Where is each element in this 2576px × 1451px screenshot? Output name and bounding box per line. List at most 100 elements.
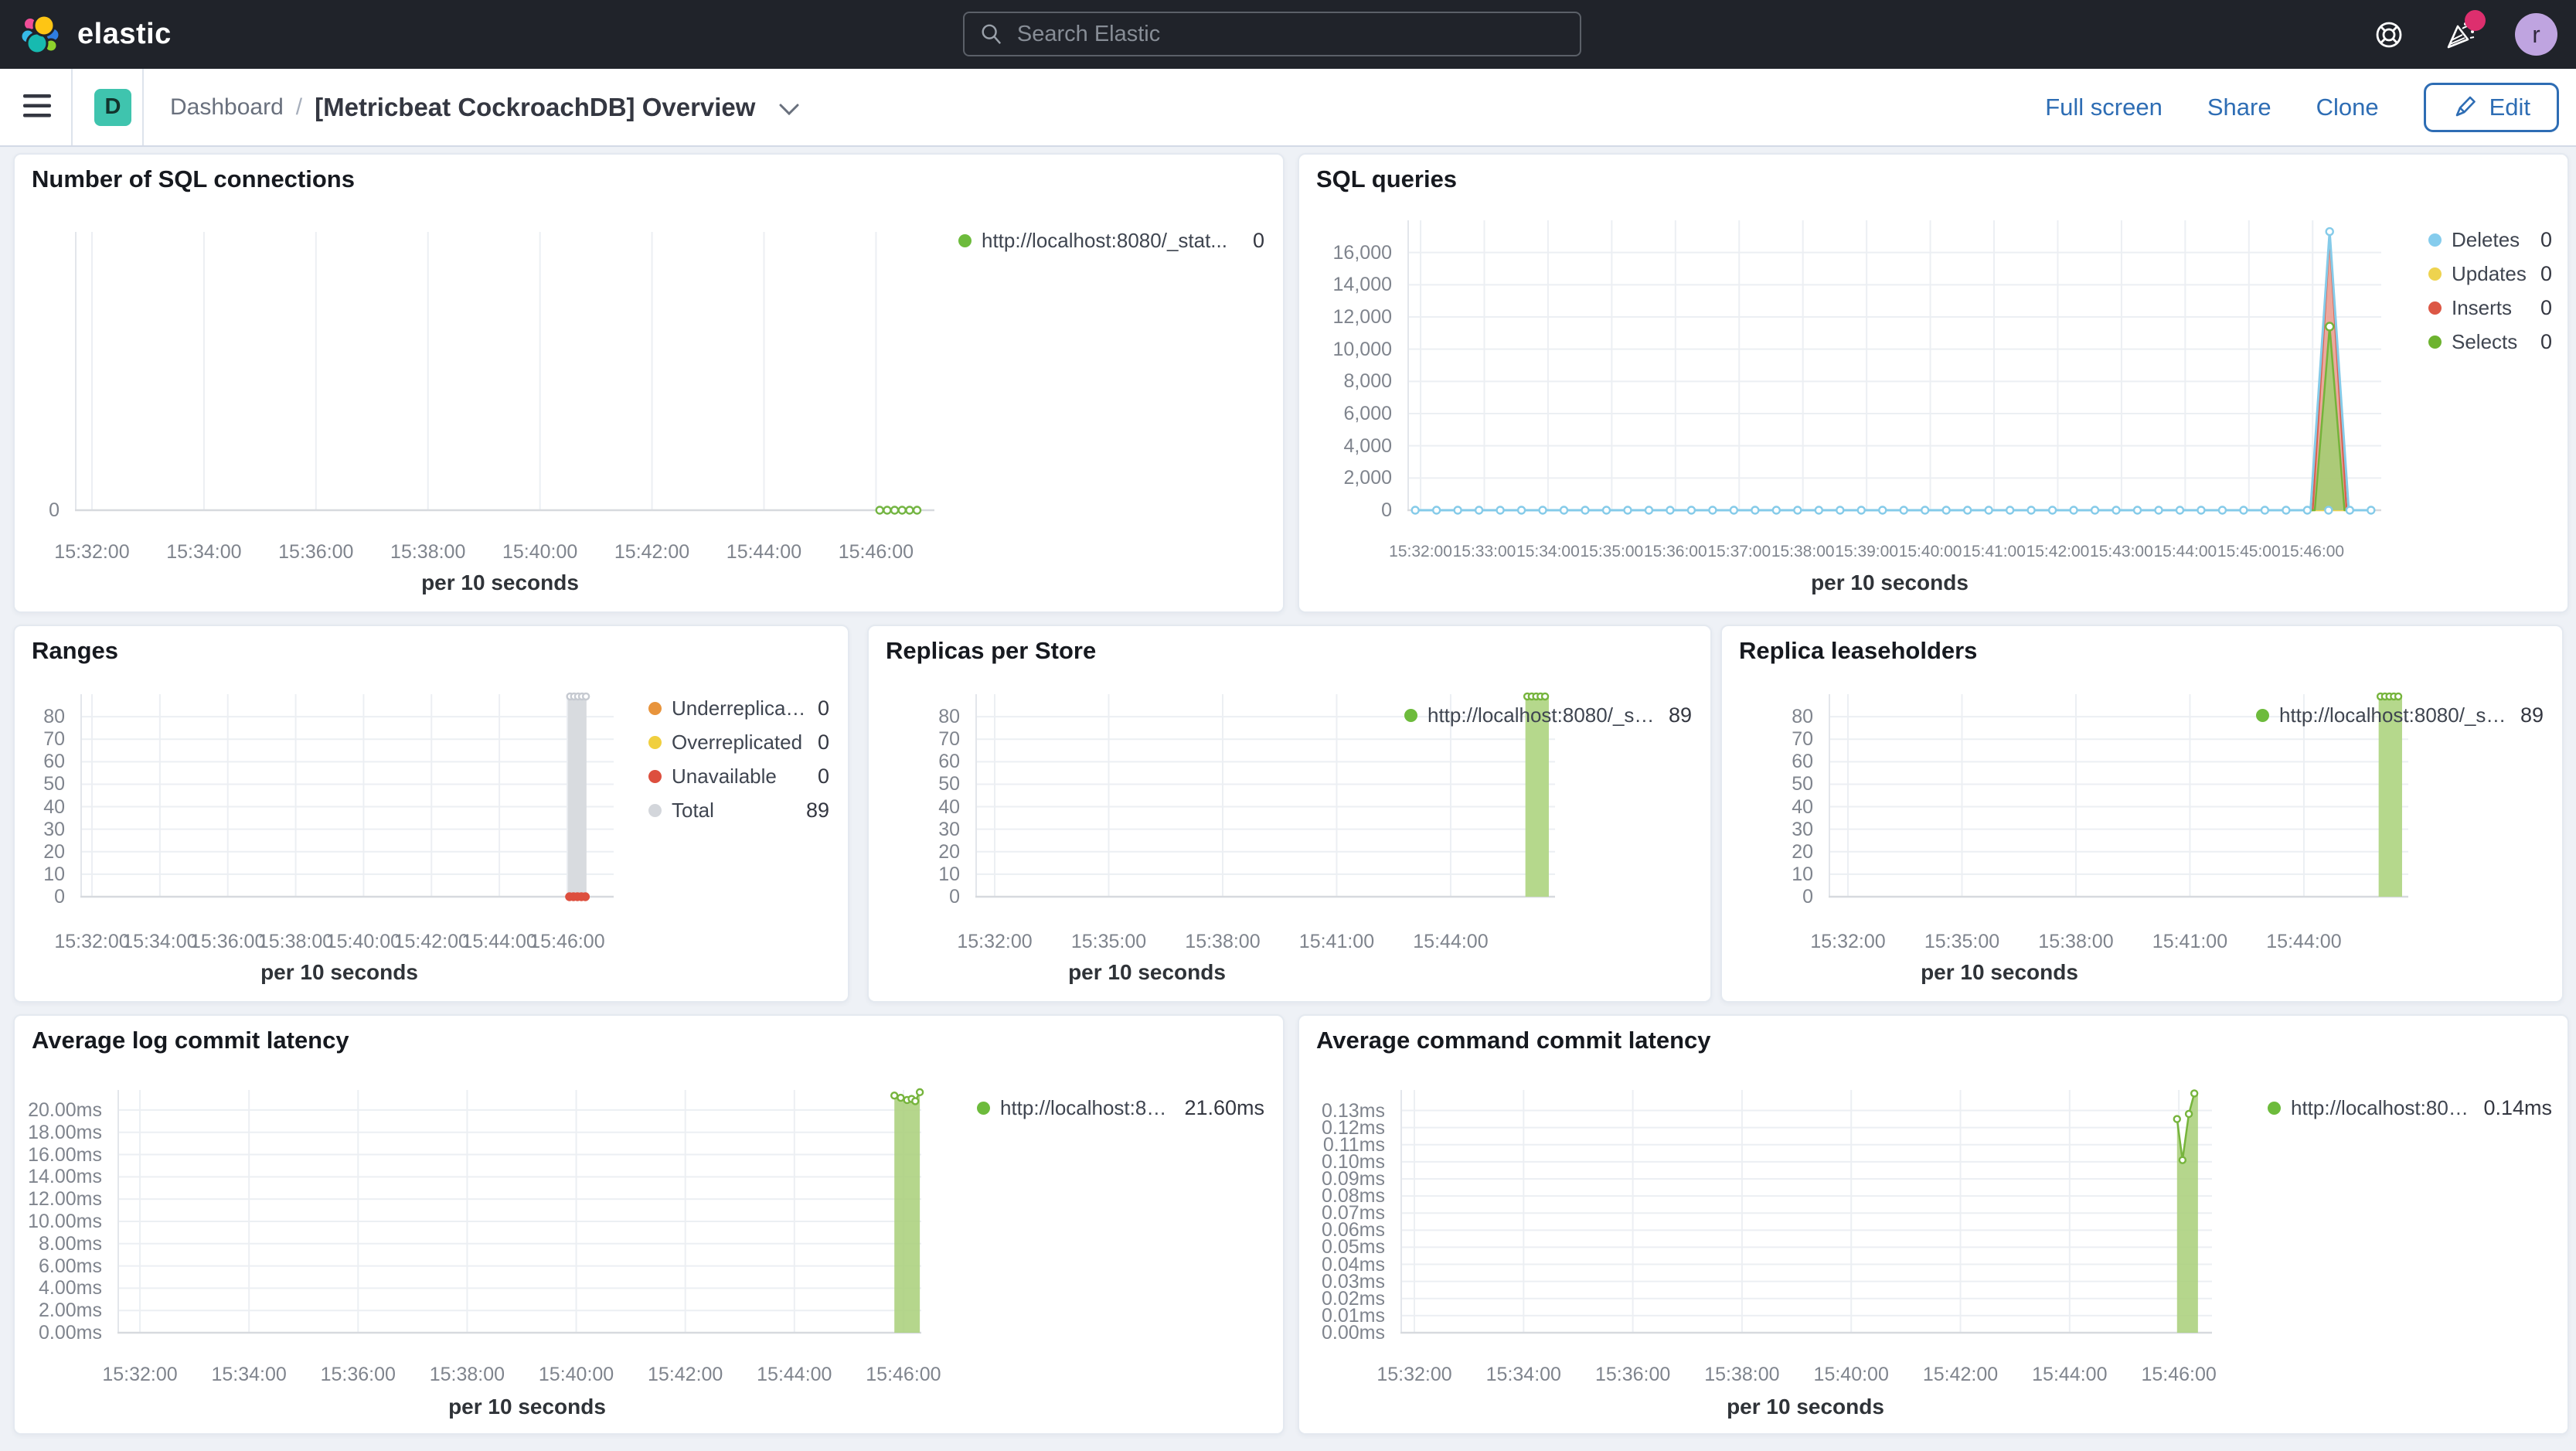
legend-item[interactable]: Overreplicated 0 bbox=[648, 731, 829, 754]
y-axis-tick: 20 bbox=[43, 840, 65, 863]
y-axis-tick: 40 bbox=[938, 795, 960, 818]
y-axis-tick: 6.00ms bbox=[39, 1255, 102, 1277]
x-axis-tick: 15:37:00 bbox=[1707, 543, 1771, 560]
avg-command-commit-latency-plot[interactable] bbox=[1400, 1089, 2212, 1334]
y-axis-tick: 10 bbox=[43, 863, 65, 885]
x-axis-label: per 10 seconds bbox=[1811, 571, 1969, 594]
legend-item[interactable]: http://localhost:8080/_sta... 89 bbox=[1404, 703, 1692, 727]
sql-connections-plot[interactable] bbox=[75, 232, 934, 515]
x-axis-tick: 15:32:00 bbox=[957, 931, 1033, 952]
y-axis-tick: 12.00ms bbox=[28, 1188, 102, 1211]
x-axis-tick: 15:32:00 bbox=[54, 541, 130, 563]
x-axis-tick: 15:46:00 bbox=[2141, 1364, 2217, 1385]
x-axis-tick: 15:35:00 bbox=[1580, 543, 1644, 560]
x-axis-tick: 15:36:00 bbox=[1594, 1364, 1671, 1385]
legend-dot bbox=[2428, 267, 2442, 281]
panel-ranges: Ranges 0 10 20 30 40 50 60 70 80 15:32:00 15:34:00 1… bbox=[13, 625, 849, 1003]
x-axis-tick: 15:44:00 bbox=[2153, 543, 2217, 560]
legend-dot bbox=[2428, 336, 2442, 349]
legend-value: 89 bbox=[2520, 703, 2544, 727]
legend-dot bbox=[648, 702, 662, 715]
y-axis-tick: 60 bbox=[1792, 751, 1813, 773]
legend-item[interactable]: Unavailable 0 bbox=[648, 765, 829, 789]
y-axis-tick: 16.00ms bbox=[28, 1143, 102, 1166]
x-axis-tick: 15:38:00 bbox=[429, 1364, 505, 1385]
y-axis-tick: 30 bbox=[43, 818, 65, 840]
y-axis-tick: 50 bbox=[1792, 773, 1813, 795]
legend-dot bbox=[648, 770, 662, 783]
x-axis-label: per 10 seconds bbox=[1068, 960, 1226, 984]
legend-dot bbox=[2428, 301, 2442, 315]
sql-queries-plot[interactable] bbox=[1407, 220, 2381, 515]
avg-log-commit-latency-plot[interactable] bbox=[117, 1088, 924, 1334]
x-axis-tick: 15:40:00 bbox=[538, 1364, 614, 1385]
legend-dot bbox=[1404, 709, 1417, 722]
x-axis-label: per 10 seconds bbox=[260, 960, 418, 984]
legend-label: http://localhost:8080/_sta... bbox=[2279, 703, 2510, 727]
panel-title: Replicas per Store bbox=[886, 637, 1097, 664]
legend-value: 0 bbox=[2540, 262, 2552, 285]
legend-item[interactable]: Total 89 bbox=[648, 799, 829, 823]
legend-value: 0.14ms bbox=[2483, 1096, 2552, 1119]
x-axis-tick: 15:38:00 bbox=[1704, 1364, 1780, 1385]
y-axis-tick: 0.00ms bbox=[39, 1322, 102, 1344]
x-axis-tick: 15:44:00 bbox=[1413, 931, 1489, 952]
y-axis-tick: 10 bbox=[938, 863, 960, 885]
x-axis-tick: 15:32:00 bbox=[102, 1364, 178, 1385]
y-axis-tick: 2,000 bbox=[1343, 467, 1392, 489]
legend-item[interactable]: Inserts 0 bbox=[2428, 296, 2552, 320]
y-axis-tick: 0 bbox=[49, 499, 60, 521]
x-axis-tick: 15:38:00 bbox=[1771, 543, 1835, 560]
x-axis-tick: 15:34:00 bbox=[211, 1364, 287, 1385]
x-axis-tick: 15:46:00 bbox=[529, 931, 605, 952]
y-axis-tick: 50 bbox=[938, 773, 960, 795]
legend-item[interactable]: Selects 0 bbox=[2428, 330, 2552, 354]
y-axis-tick: 2.00ms bbox=[39, 1299, 102, 1322]
x-axis-tick: 15:35:00 bbox=[1070, 931, 1147, 952]
x-axis-tick: 15:44:00 bbox=[2266, 931, 2342, 952]
y-axis-tick: 60 bbox=[938, 751, 960, 773]
panel-title: Ranges bbox=[32, 637, 118, 664]
y-axis-tick: 18.00ms bbox=[28, 1121, 102, 1143]
legend-item[interactable]: http://localhost:8080/_stat... 0 bbox=[958, 229, 1264, 253]
y-axis-tick: 16,000 bbox=[1332, 241, 1392, 264]
legend-label: Inserts bbox=[2452, 296, 2513, 319]
x-axis-tick: 15:32:00 bbox=[1810, 931, 1886, 952]
y-axis-tick: 4,000 bbox=[1343, 434, 1392, 457]
x-axis-tick: 15:44:00 bbox=[2032, 1364, 2108, 1385]
legend-item[interactable]: Updates 0 bbox=[2428, 262, 2552, 286]
x-axis-tick: 15:35:00 bbox=[1924, 931, 2000, 952]
panel-title: Number of SQL connections bbox=[32, 165, 355, 192]
y-axis-tick: 0 bbox=[54, 886, 65, 908]
y-axis-tick: 10,000 bbox=[1332, 338, 1392, 360]
legend-item[interactable]: Deletes 0 bbox=[2428, 228, 2552, 252]
y-axis-tick: 14,000 bbox=[1332, 274, 1392, 296]
legend-item[interactable]: http://localhost:8080/_sta... 89 bbox=[2256, 703, 2544, 727]
y-axis-tick: 20.00ms bbox=[28, 1098, 102, 1121]
y-axis-tick: 30 bbox=[1792, 818, 1813, 840]
x-axis-tick: 15:34:00 bbox=[1485, 1364, 1561, 1385]
x-axis-tick: 15:32:00 bbox=[1376, 1364, 1452, 1385]
ranges-plot[interactable] bbox=[80, 692, 614, 901]
y-axis-tick: 80 bbox=[1792, 706, 1813, 728]
legend-dot bbox=[958, 234, 972, 247]
x-axis-tick: 15:44:00 bbox=[757, 1364, 832, 1385]
x-axis-tick: 15:32:00 bbox=[1389, 543, 1452, 560]
legend-value: 0 bbox=[817, 765, 829, 788]
panel-replica-leaseholders: Replica leaseholders 0 10 20 30 40 50 60 70 80 15:… bbox=[1720, 625, 2564, 1003]
x-axis-tick: 15:44:00 bbox=[726, 541, 802, 563]
y-axis-tick: 40 bbox=[43, 795, 65, 818]
legend: http://localhost:8080/_sta... 89 bbox=[2256, 703, 2544, 737]
y-axis-tick: 20 bbox=[1792, 840, 1813, 863]
legend-item[interactable]: http://localhost:8080... 0.14ms bbox=[2268, 1096, 2552, 1120]
legend-label: Updates bbox=[2452, 262, 2527, 285]
y-axis-tick: 20 bbox=[938, 840, 960, 863]
x-axis-tick: 15:36:00 bbox=[1643, 543, 1707, 560]
legend-value: 21.60ms bbox=[1184, 1096, 1264, 1119]
x-axis-tick: 15:46:00 bbox=[2281, 543, 2345, 560]
legend-item[interactable]: http://localhost:808... 21.60ms bbox=[977, 1096, 1264, 1120]
y-axis-tick: 80 bbox=[43, 706, 65, 728]
legend-item[interactable]: Underreplicated 0 bbox=[648, 697, 829, 720]
legend-label: http://localhost:808... bbox=[1000, 1096, 1174, 1119]
y-axis-tick: 60 bbox=[43, 751, 65, 773]
